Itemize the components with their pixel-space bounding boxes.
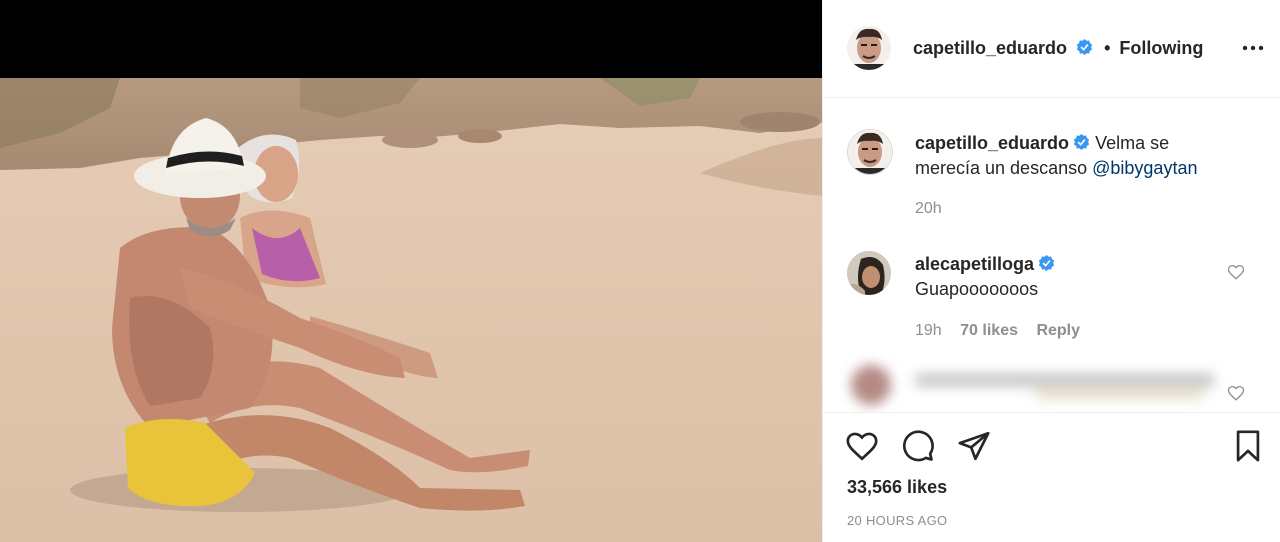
blurred-comment	[851, 365, 1215, 405]
post-likes-count[interactable]: 33,566 likes	[847, 477, 947, 498]
following-button[interactable]: Following	[1119, 38, 1203, 58]
comment-body: alecapetilloga Guapooooooos	[915, 252, 1235, 302]
caption-mention-link[interactable]: @bibygaytan	[1092, 158, 1197, 178]
caption-time[interactable]: 20h	[915, 200, 942, 218]
heart-icon[interactable]	[845, 429, 879, 463]
post-actions: 33,566 likes 20 HOURS AGO	[823, 412, 1280, 542]
comment-icon[interactable]	[901, 429, 935, 463]
reply-button[interactable]: Reply	[1036, 322, 1080, 339]
caption-username[interactable]: capetillo_eduardo	[915, 133, 1069, 153]
post-header: capetillo_eduardo • Following	[823, 0, 1280, 98]
caption: capetillo_eduardo Velma se merecía un de…	[915, 131, 1235, 181]
post-timestamp[interactable]: 20 HOURS AGO	[847, 513, 947, 528]
verified-badge-icon	[1038, 255, 1055, 271]
share-icon[interactable]	[957, 429, 991, 463]
separator-dot: •	[1104, 38, 1111, 58]
header-user-line: capetillo_eduardo • Following	[913, 38, 1203, 59]
comments-section[interactable]: capetillo_eduardo Velma se merecía un de…	[823, 99, 1280, 412]
caption-author-avatar[interactable]	[847, 129, 893, 175]
post-image-pane[interactable]	[0, 0, 822, 542]
author-avatar[interactable]	[847, 26, 891, 70]
comment-time[interactable]: 19h	[915, 322, 942, 339]
bookmark-icon[interactable]	[1231, 429, 1265, 463]
commenter-avatar[interactable]	[847, 251, 891, 295]
comment-like-icon[interactable]	[1227, 384, 1245, 402]
post-side-panel: capetillo_eduardo • Following capetillo_…	[822, 0, 1280, 542]
comment-username[interactable]: alecapetilloga	[915, 254, 1034, 274]
comment-meta: 19h 70 likes Reply	[915, 322, 1094, 340]
more-options-icon[interactable]	[1239, 36, 1267, 60]
verified-badge-icon	[1076, 39, 1093, 55]
author-username[interactable]: capetillo_eduardo	[913, 38, 1067, 58]
post-photo[interactable]	[0, 78, 822, 542]
comment-like-icon[interactable]	[1227, 263, 1245, 281]
verified-badge-icon	[1073, 134, 1090, 150]
comment-likes[interactable]: 70 likes	[960, 322, 1018, 339]
comment-text: Guapooooooos	[915, 279, 1039, 299]
